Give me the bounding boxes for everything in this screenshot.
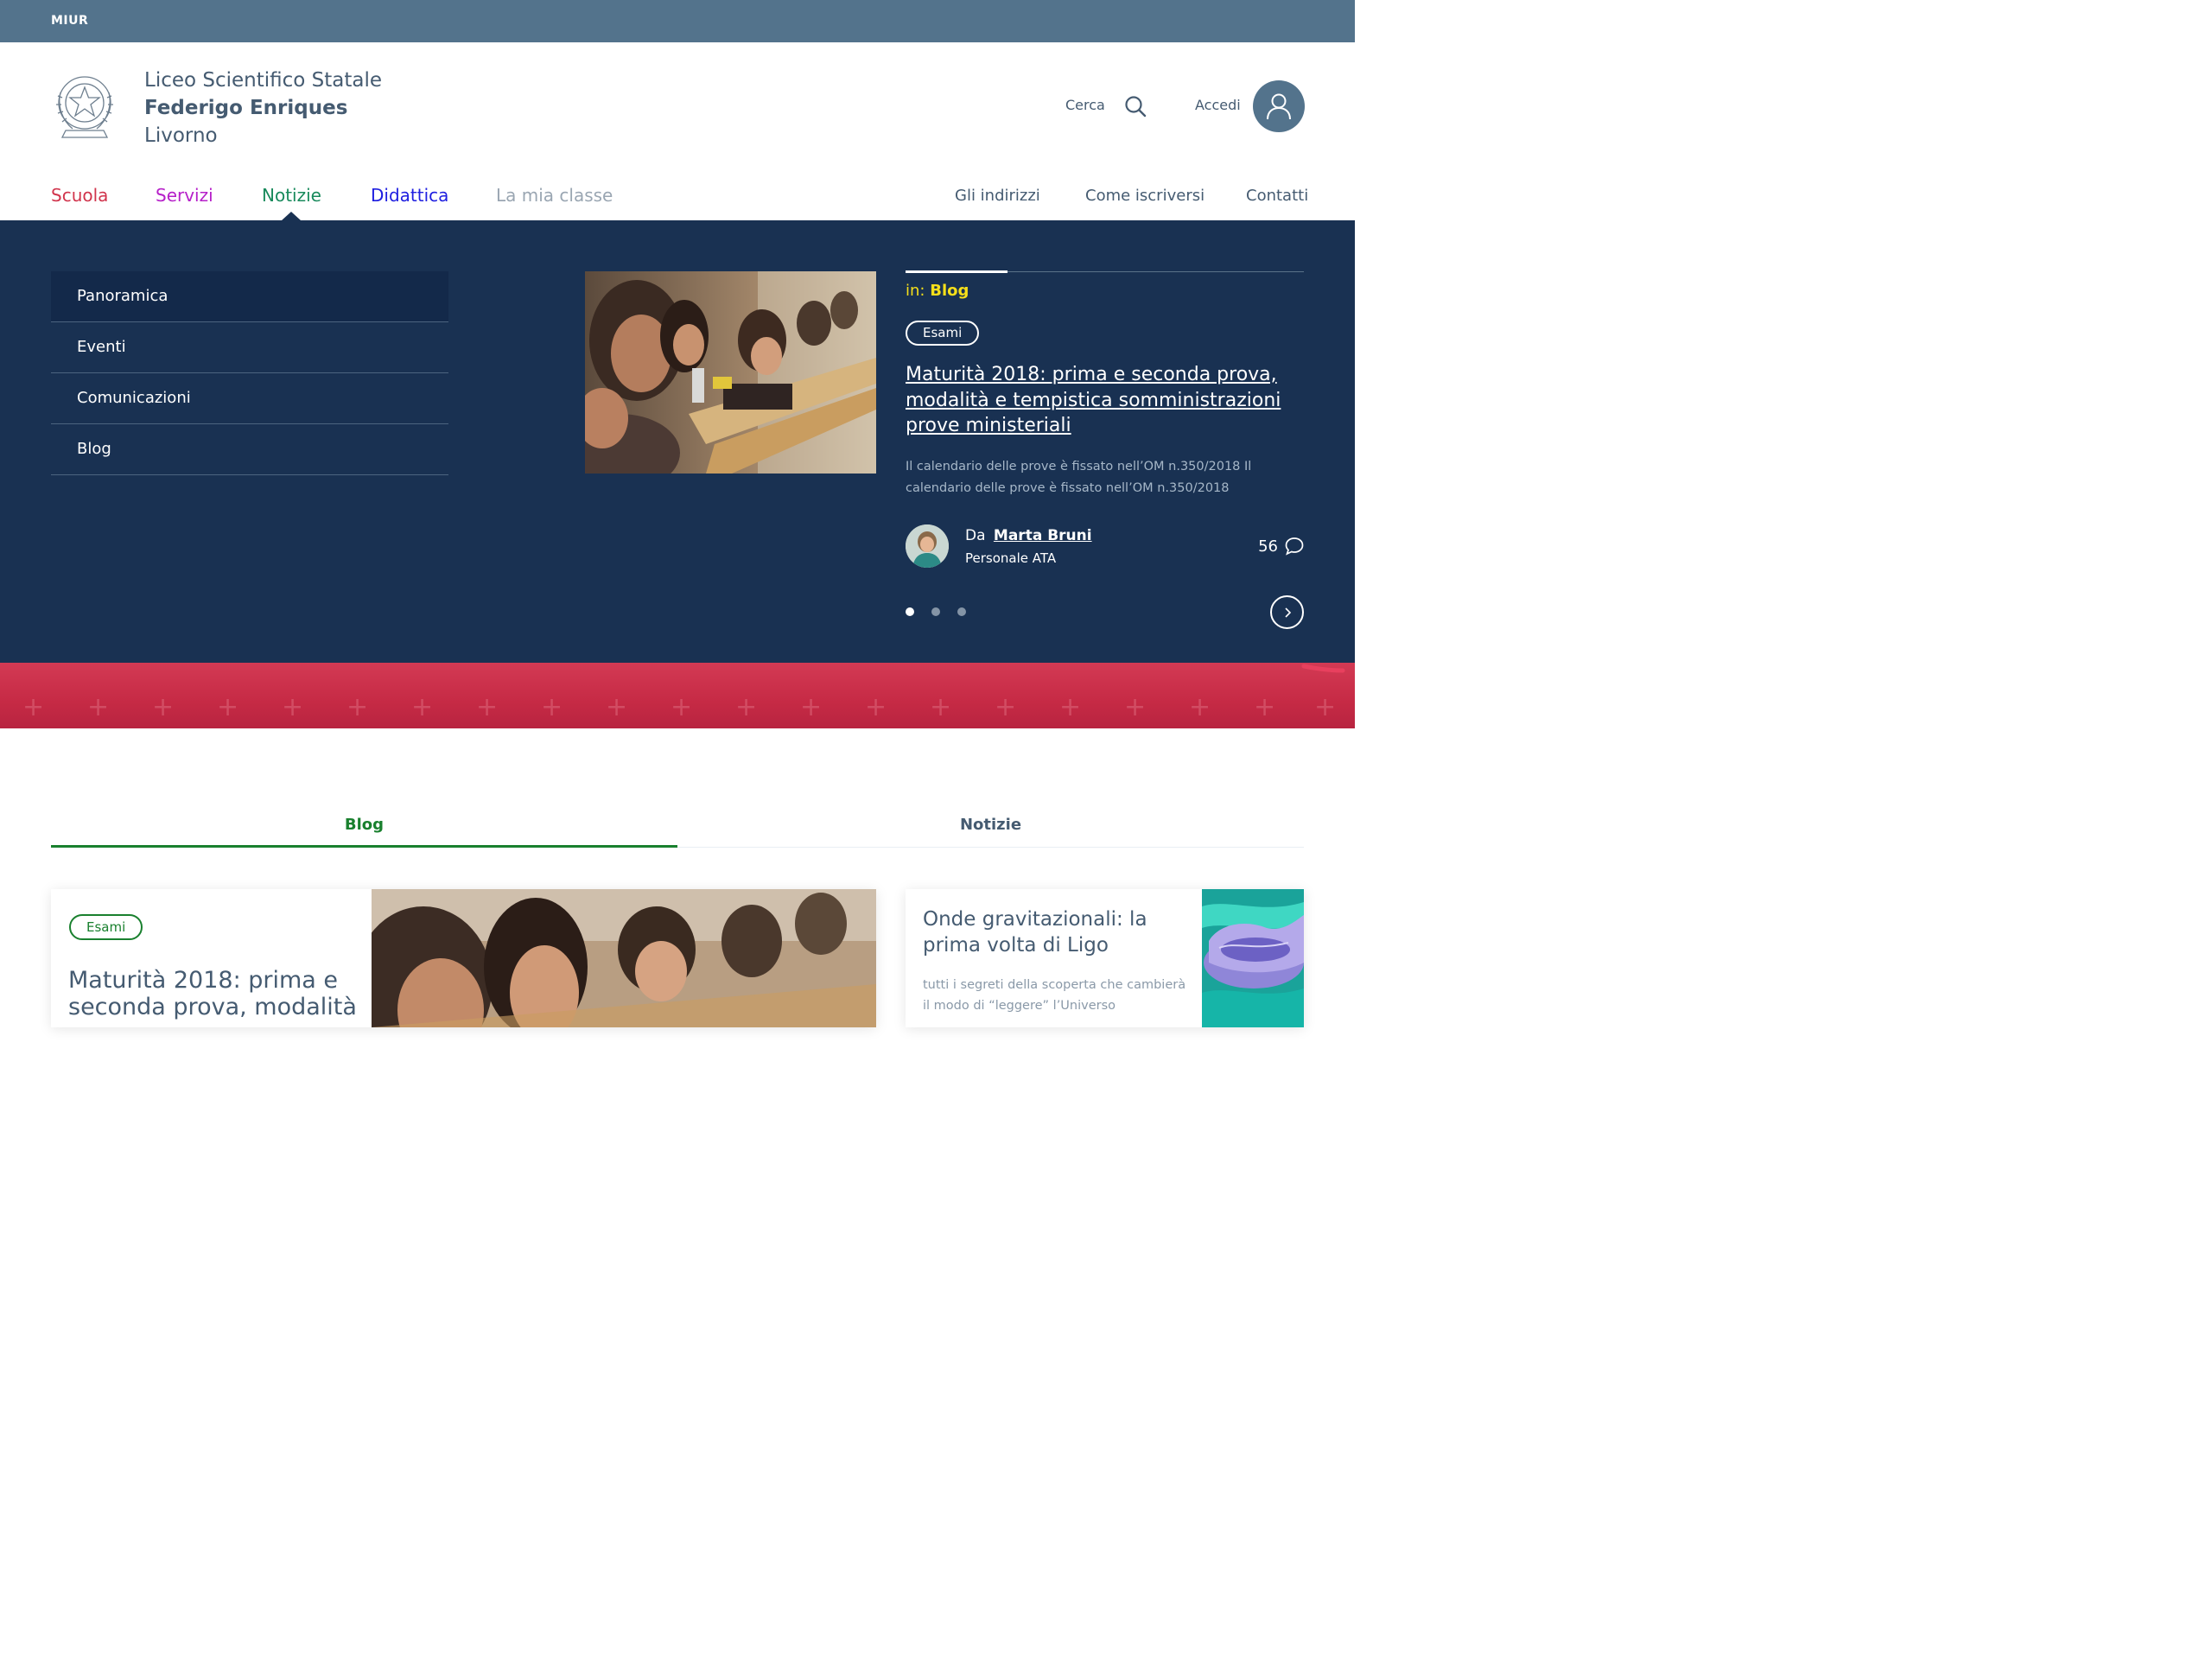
submenu-item-blog[interactable]: Blog bbox=[51, 424, 448, 475]
carousel-dot-3[interactable] bbox=[957, 607, 966, 616]
site-header: Liceo Scientifico Statale Federigo Enriq… bbox=[0, 42, 1355, 220]
login-label[interactable]: Accedi bbox=[1195, 97, 1241, 113]
card-title[interactable]: Maturità 2018: prima e seconda prova, mo… bbox=[68, 967, 362, 1027]
nav-notizie[interactable]: Notizie bbox=[262, 185, 321, 206]
article-title-link[interactable]: Maturità 2018: prima e seconda prova, mo… bbox=[906, 362, 1286, 439]
top-bar: MIUR bbox=[0, 0, 1355, 42]
author-role: Personale ATA bbox=[965, 550, 1057, 566]
nav-scuola[interactable]: Scuola bbox=[51, 185, 108, 206]
school-title: Federigo Enriques bbox=[144, 97, 348, 119]
plus-pattern: + bbox=[1314, 692, 1337, 722]
article-card-small[interactable]: Onde gravitazionali: la prima volta di L… bbox=[906, 889, 1304, 1027]
school-type: Liceo Scientifico Statale bbox=[144, 69, 383, 92]
author-avatar[interactable] bbox=[906, 524, 949, 568]
plus-pattern: + bbox=[865, 692, 887, 722]
chevron-right-icon bbox=[1284, 607, 1291, 618]
tab-blog[interactable]: Blog bbox=[51, 804, 677, 848]
content-tabs: Blog Notizie bbox=[51, 804, 1304, 848]
school-name[interactable]: Liceo Scientifico Statale Federigo Enriq… bbox=[144, 67, 382, 149]
italian-republic-emblem-icon[interactable] bbox=[50, 67, 119, 144]
plus-pattern: + bbox=[22, 692, 45, 722]
plus-pattern: + bbox=[1254, 692, 1276, 722]
nav-contatti[interactable]: Contatti bbox=[1246, 187, 1308, 205]
author-prefix: Da bbox=[965, 527, 986, 544]
nav-come-iscriversi[interactable]: Come iscriversi bbox=[1085, 187, 1205, 205]
plus-pattern: + bbox=[541, 692, 563, 722]
nav-didattica[interactable]: Didattica bbox=[371, 185, 448, 206]
submenu-item-eventi[interactable]: Eventi bbox=[51, 322, 448, 373]
author-name-link[interactable]: Marta Bruni bbox=[994, 527, 1092, 544]
article-category: in: Blog bbox=[906, 282, 969, 300]
decorative-band: + + + + + + + + + + + + + + + + + + + + … bbox=[0, 663, 1355, 728]
search-icon[interactable] bbox=[1123, 94, 1147, 118]
plus-pattern: + bbox=[346, 692, 369, 722]
carousel-next-button[interactable] bbox=[1270, 595, 1304, 629]
carousel-dot-1[interactable] bbox=[906, 607, 914, 616]
comments-count[interactable]: 56 bbox=[1258, 537, 1304, 556]
card-title[interactable]: Onde gravitazionali: la prima volta di L… bbox=[923, 906, 1199, 958]
plus-pattern: + bbox=[606, 692, 628, 722]
plus-pattern: + bbox=[930, 692, 952, 722]
submenu-item-panoramica[interactable]: Panoramica bbox=[51, 271, 448, 322]
card-image[interactable] bbox=[372, 889, 876, 1027]
plus-pattern: + bbox=[476, 692, 499, 722]
comment-icon bbox=[1285, 537, 1304, 556]
brush-stroke-decoration bbox=[1301, 664, 1345, 673]
plus-pattern: + bbox=[411, 692, 434, 722]
nav-gli-indirizzi[interactable]: Gli indirizzi bbox=[955, 187, 1040, 205]
featured-article-image[interactable] bbox=[585, 271, 876, 474]
user-icon bbox=[1267, 93, 1291, 120]
plus-pattern: + bbox=[1124, 692, 1147, 722]
plus-pattern: + bbox=[282, 692, 304, 722]
megamenu-submenu: Panoramica Eventi Comunicazioni Blog bbox=[51, 271, 448, 475]
main-navigation: Scuola Servizi Notizie Didattica La mia … bbox=[0, 182, 1355, 220]
nav-servizi[interactable]: Servizi bbox=[156, 185, 213, 206]
card-image[interactable] bbox=[1202, 889, 1304, 1027]
plus-pattern: + bbox=[152, 692, 175, 722]
plus-pattern: + bbox=[671, 692, 693, 722]
category-link[interactable]: Blog bbox=[930, 282, 969, 300]
plus-pattern: + bbox=[1189, 692, 1211, 722]
school-city: Livorno bbox=[144, 124, 218, 147]
card-tag[interactable]: Esami bbox=[69, 914, 143, 940]
plus-pattern: + bbox=[217, 692, 239, 722]
article-tag[interactable]: Esami bbox=[906, 321, 980, 346]
miur-link[interactable]: MIUR bbox=[51, 14, 88, 28]
category-prefix: in: bbox=[906, 282, 925, 300]
tab-notizie[interactable]: Notizie bbox=[677, 804, 1304, 848]
carousel-dots bbox=[906, 607, 966, 616]
plus-pattern: + bbox=[735, 692, 758, 722]
article-author: Da Marta Bruni bbox=[965, 527, 1092, 544]
carousel-dot-2[interactable] bbox=[931, 607, 940, 616]
card-description: tutti i segreti della scoperta che cambi… bbox=[923, 978, 1186, 1013]
nav-la-mia-classe[interactable]: La mia classe bbox=[496, 185, 613, 206]
search-label[interactable]: Cerca bbox=[1065, 97, 1105, 113]
plus-pattern: + bbox=[995, 692, 1017, 722]
submenu-item-comunicazioni[interactable]: Comunicazioni bbox=[51, 373, 448, 424]
carousel-progress-active bbox=[906, 270, 1007, 273]
plus-pattern: + bbox=[1059, 692, 1082, 722]
article-description: Il calendario delle prove è fissato nell… bbox=[906, 460, 1252, 495]
plus-pattern: + bbox=[800, 692, 823, 722]
article-card-large[interactable]: Esami Maturità 2018: prima e seconda pro… bbox=[51, 889, 876, 1027]
login-button[interactable] bbox=[1253, 80, 1305, 132]
active-nav-indicator bbox=[282, 212, 301, 220]
plus-pattern: + bbox=[87, 692, 110, 722]
notizie-megamenu: Panoramica Eventi Comunicazioni Blog in:… bbox=[0, 220, 1355, 663]
comments-number: 56 bbox=[1258, 537, 1278, 556]
